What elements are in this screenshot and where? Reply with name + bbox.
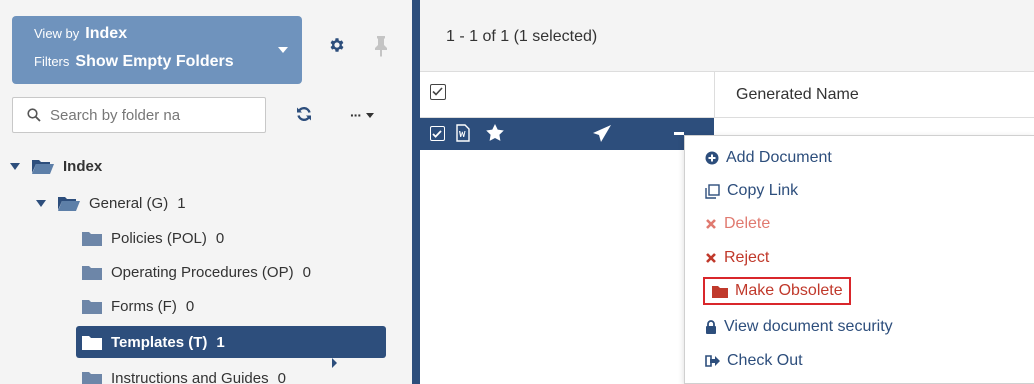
menu-item-label: Delete — [724, 215, 771, 232]
tree-node-instructions[interactable]: Instructions and Guides 0 — [82, 364, 286, 384]
menu-item-reject[interactable]: Reject — [705, 244, 769, 272]
tree-node-count: 0 — [215, 229, 225, 247]
search-input[interactable] — [50, 106, 250, 124]
folder-icon — [82, 371, 102, 384]
check-icon — [432, 130, 442, 138]
more-actions-icon[interactable] — [674, 132, 684, 135]
tree-node-index[interactable]: Index — [10, 152, 102, 180]
menu-item-label: Check Out — [727, 352, 803, 369]
folder-icon — [82, 335, 102, 350]
tree-node-count: 0 — [302, 263, 311, 281]
refresh-icon[interactable] — [296, 106, 312, 122]
folder-icon — [82, 231, 102, 246]
chevron-down-icon — [278, 47, 288, 53]
menu-item-make-obsolete[interactable]: Make Obsolete — [703, 277, 851, 305]
pin-icon[interactable] — [373, 35, 389, 57]
send-icon[interactable] — [592, 124, 612, 144]
tree-node-label: Index — [63, 157, 103, 175]
results-header: 1 - 1 of 1 (1 selected) — [420, 0, 1034, 72]
more-options-button[interactable]: ··· — [350, 106, 392, 124]
view-by-value: Index — [85, 25, 128, 42]
folder-icon — [712, 285, 728, 298]
folder-open-icon — [58, 197, 80, 211]
folder-open-icon — [32, 160, 54, 174]
gear-icon[interactable] — [328, 36, 346, 54]
folder-panel: View by Index Filters Show Empty Folders… — [0, 0, 414, 384]
filters-label: Filters — [34, 54, 70, 69]
tree-node-label: General (G) — [89, 194, 169, 212]
lock-icon — [706, 320, 716, 334]
tree-node-count: 0 — [277, 369, 286, 384]
view-filter-selector[interactable]: View by Index Filters Show Empty Folders — [12, 16, 302, 84]
tree-node-count: 1 — [177, 194, 186, 212]
select-all-checkbox[interactable] — [430, 84, 446, 100]
search-icon — [27, 108, 41, 122]
tree-node-operating-procedures[interactable]: Operating Procedures (OP) 0 — [82, 258, 311, 286]
checkout-icon — [705, 355, 720, 367]
menu-item-delete[interactable]: Delete — [705, 210, 770, 238]
word-document-icon — [456, 124, 470, 142]
menu-item-label: Make Obsolete — [735, 282, 843, 299]
tree-node-templates[interactable]: Templates (T) 1 — [76, 326, 386, 358]
x-icon — [706, 253, 716, 263]
filters-value: Show Empty Folders — [75, 53, 234, 70]
table-header: Generated Name — [420, 72, 1034, 118]
menu-item-label: Copy Link — [727, 182, 799, 199]
tree-node-general[interactable]: General (G) 1 — [36, 189, 186, 217]
menu-item-label: View document security — [724, 318, 893, 335]
star-icon[interactable] — [485, 123, 505, 143]
table-row[interactable] — [420, 118, 714, 150]
column-divider[interactable] — [714, 72, 715, 118]
x-icon — [706, 219, 716, 229]
menu-item-check-out[interactable]: Check Out — [705, 347, 803, 375]
copy-icon — [705, 183, 720, 199]
menu-item-label: Add Document — [726, 149, 832, 166]
tree-node-policies[interactable]: Policies (POL) 0 — [82, 224, 224, 252]
folder-icon — [82, 265, 102, 280]
expand-caret-icon[interactable] — [10, 162, 20, 170]
plus-circle-icon — [705, 151, 719, 165]
tree-node-forms[interactable]: Forms (F) 0 — [82, 292, 194, 320]
more-label: ··· — [350, 107, 362, 123]
tree-node-label: Policies (POL) — [111, 229, 207, 247]
tree-node-label: Forms (F) — [111, 297, 177, 315]
tree-node-label: Templates (T) — [111, 333, 208, 351]
panel-divider[interactable] — [412, 0, 420, 384]
tree-node-label: Operating Procedures (OP) — [111, 263, 294, 281]
tree-node-label: Instructions and Guides — [111, 369, 269, 384]
chevron-right-icon — [332, 358, 337, 368]
view-by-label: View by — [34, 26, 80, 41]
folder-search[interactable] — [12, 97, 266, 133]
menu-item-add-document[interactable]: Add Document — [705, 144, 832, 172]
tree-node-count: 0 — [185, 297, 195, 315]
folder-icon — [82, 299, 102, 314]
results-count: 1 - 1 of 1 (1 selected) — [446, 28, 598, 45]
menu-item-label: Reject — [724, 249, 770, 266]
row-checkbox[interactable] — [430, 126, 445, 141]
menu-item-view-document-security[interactable]: View document security — [705, 313, 893, 341]
context-menu: Add Document Copy Link Delete Reject Mak… — [684, 135, 1034, 384]
chevron-down-icon — [366, 112, 374, 118]
tree-node-count: 1 — [216, 333, 225, 351]
expand-caret-icon[interactable] — [36, 199, 46, 207]
column-header-generated-name[interactable]: Generated Name — [736, 86, 859, 104]
menu-item-copy-link[interactable]: Copy Link — [705, 177, 798, 205]
check-icon — [432, 87, 443, 96]
